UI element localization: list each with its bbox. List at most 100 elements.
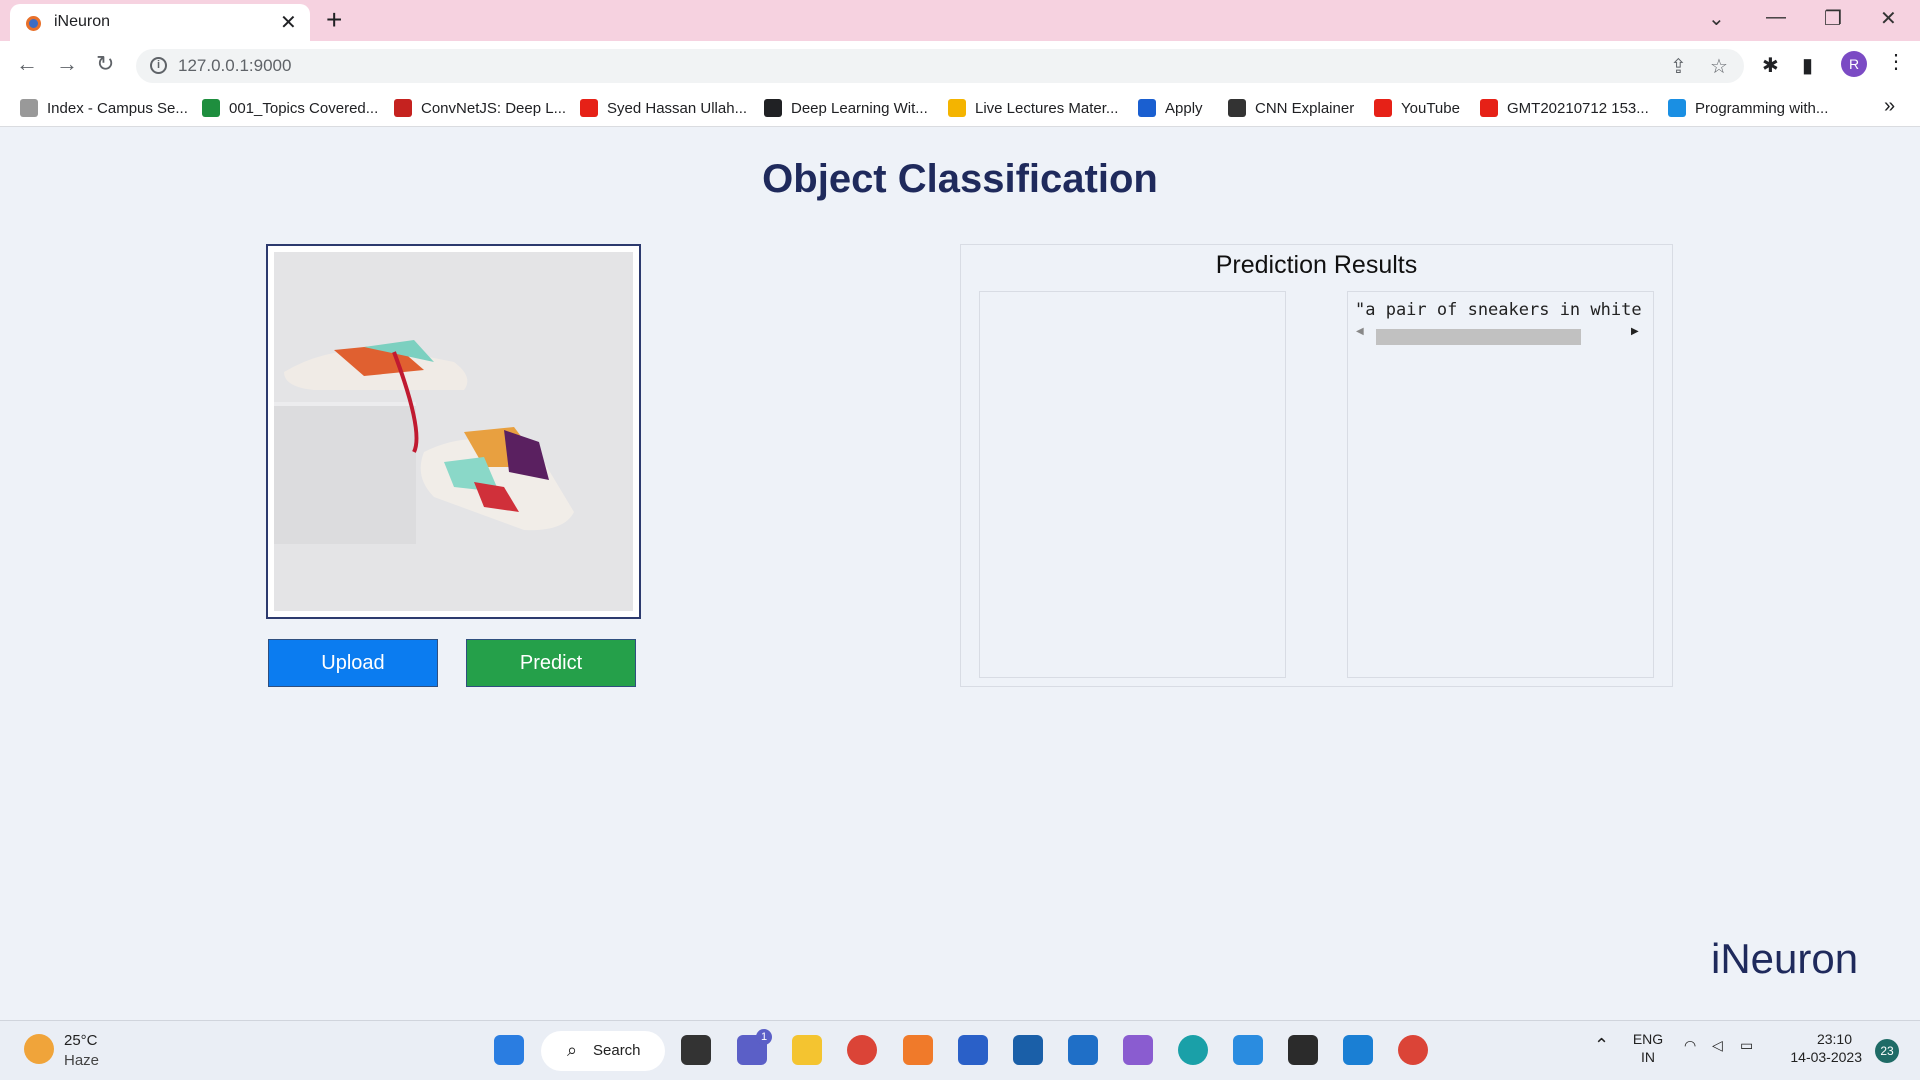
predict-button[interactable]: Predict [466,639,636,687]
page-title: Object Classification [762,157,1158,201]
media-player-icon[interactable] [1013,1035,1043,1065]
battery-icon[interactable]: ▭ [1740,1037,1753,1054]
youtube-icon [580,99,598,117]
search-label: Search [593,1042,641,1059]
bookmark-label: Programming with... [1695,99,1829,117]
copilot-icon[interactable] [1123,1035,1153,1065]
bookmark-item[interactable]: Deep Learning Wit... [764,96,928,120]
search-icon: ⌕ [567,1040,578,1060]
bookmark-item[interactable]: 001_Topics Covered... [202,96,378,120]
weather-icon[interactable] [24,1034,54,1064]
share-icon[interactable]: ⇪ [1670,54,1687,79]
bookmark-label: 001_Topics Covered... [229,99,379,117]
volume-icon[interactable]: ◁ [1712,1037,1723,1054]
tab-title: iNeuron [54,13,111,30]
browser-toolbar: ← → ↻ i 127.0.0.1:9000 ⇪ ☆ ✱ ▮ R ⋮ [0,41,1920,89]
bookmark-label: GMT20210712 153... [1507,99,1649,117]
upload-button[interactable]: Upload [268,639,438,687]
bookmark-item[interactable]: GMT20210712 153... [1480,96,1649,120]
task-view-icon[interactable] [681,1035,711,1065]
region-code[interactable]: IN [1630,1049,1666,1065]
sheets-icon [202,99,220,117]
back-icon[interactable]: ← [16,51,38,77]
weather-temperature[interactable]: 25°C [64,1032,98,1049]
more-bookmarks-icon[interactable]: » [1884,95,1895,118]
bookmark-label: Syed Hassan Ullah... [607,99,748,117]
bookmark-item[interactable]: Syed Hassan Ullah... [580,96,747,120]
clock-date[interactable]: 14-03-2023 [1780,1049,1862,1065]
menu-icon[interactable]: ⋮ [1886,49,1906,74]
drive-icon [948,99,966,117]
bookmarks-bar: » Index - Campus Se... 001_Topics Covered… [0,89,1920,127]
tab-strip: iNeuron ✕ + ⌄ — ❐ ✕ [0,0,1920,41]
is-icon [1668,99,1686,117]
extensions-icon[interactable]: ✱ [1762,53,1779,78]
ineuron-favicon-icon [26,16,41,31]
wifi-icon[interactable]: ◠ [1684,1037,1696,1054]
page-content: Object Classification Upload Predict Pre… [0,127,1920,1020]
bookmark-item[interactable]: Index - Campus Se... [20,96,188,120]
uc-browser-icon[interactable] [903,1035,933,1065]
photos-icon[interactable] [1233,1035,1263,1065]
new-tab-icon[interactable]: + [326,4,342,36]
browser-tab[interactable]: iNeuron ✕ [10,4,310,41]
campus-icon [20,99,38,117]
url-text[interactable]: 127.0.0.1:9000 [178,56,291,76]
globe-icon [764,99,782,117]
prediction-results-panel: Prediction Results "a pair of sneakers i… [960,244,1673,687]
mail-icon[interactable] [1068,1035,1098,1065]
scroll-left-icon[interactable]: ◀ [1356,326,1364,337]
profile-avatar[interactable]: R [1841,51,1867,77]
notification-count[interactable]: 23 [1875,1039,1899,1063]
bookmark-item[interactable]: Apply [1138,96,1203,120]
youtube-icon [1374,99,1392,117]
terminal-icon[interactable] [1288,1035,1318,1065]
bookmark-label: Index - Campus Se... [47,99,188,117]
address-bar[interactable]: i 127.0.0.1:9000 ⇪ ☆ [136,49,1744,83]
minimize-icon[interactable]: — [1766,6,1786,29]
horizontal-scrollbar[interactable]: ◀ ▶ [1356,326,1646,345]
results-right-pane: "a pair of sneakers in white ar ◀ ▶ [1347,291,1654,678]
convnet-icon [394,99,412,117]
reload-icon[interactable]: ↻ [96,51,114,77]
bookmark-item[interactable]: CNN Explainer [1228,96,1354,120]
youtube-icon [1480,99,1498,117]
side-panel-icon[interactable]: ▮ [1802,53,1813,78]
tray-overflow-icon[interactable]: ⌃ [1594,1035,1609,1056]
bookmark-star-icon[interactable]: ☆ [1710,54,1728,79]
bookmark-item[interactable]: Programming with... [1668,96,1828,120]
start-icon[interactable] [494,1035,524,1065]
vscode-icon[interactable] [1343,1035,1373,1065]
scrollbar-thumb[interactable] [1376,329,1581,345]
bookmark-label: Live Lectures Mater... [975,99,1119,117]
bookmark-label: Apply [1165,99,1203,117]
info-icon[interactable]: i [150,57,167,74]
prediction-text: "a pair of sneakers in white ar [1355,300,1645,320]
taskbar-search[interactable]: ⌕ Search [541,1031,665,1071]
store-icon[interactable] [958,1035,988,1065]
close-window-icon[interactable]: ✕ [1880,6,1897,31]
bookmark-item[interactable]: YouTube [1374,96,1460,120]
chrome-icon[interactable] [847,1035,877,1065]
edge-icon[interactable] [1178,1035,1208,1065]
bookmark-item[interactable]: ConvNetJS: Deep L... [394,96,566,120]
apply-icon [1138,99,1156,117]
chat-badge: 1 [756,1029,772,1045]
scroll-right-icon[interactable]: ▶ [1631,326,1639,337]
clock-time[interactable]: 23:10 [1780,1031,1852,1047]
bookmark-label: YouTube [1401,99,1460,117]
results-title: Prediction Results [1215,251,1418,279]
restore-icon[interactable]: ❐ [1824,6,1842,31]
chevron-down-icon[interactable]: ⌄ [1708,6,1725,31]
bookmark-label: Deep Learning Wit... [791,99,928,117]
file-explorer-icon[interactable] [792,1035,822,1065]
weather-condition[interactable]: Haze [64,1052,99,1069]
close-tab-icon[interactable]: ✕ [280,10,297,35]
language-code[interactable]: ENG [1630,1031,1666,1047]
chrome-profile-icon[interactable] [1398,1035,1428,1065]
ineuron-logo: iNeuron [1711,935,1859,982]
windows-taskbar: 25°C Haze ⌕ Search 1 ⌃ ENG IN ◠ ◁ ▭ 23:1… [0,1020,1920,1080]
results-left-pane [979,291,1286,678]
bookmark-item[interactable]: Live Lectures Mater... [948,96,1118,120]
forward-icon[interactable]: → [56,51,78,77]
